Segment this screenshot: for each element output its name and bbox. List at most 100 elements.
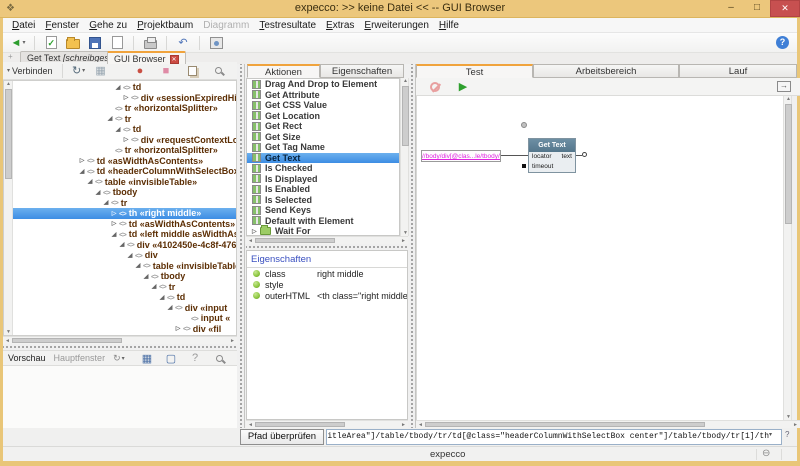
path-help-icon[interactable]: ? [785,430,789,439]
expander-icon[interactable]: ◢ [165,304,175,311]
expander-icon[interactable]: ◢ [125,252,135,259]
input-pin-locator[interactable]: locator [532,152,552,162]
expander-icon[interactable]: ▷ [252,228,260,235]
tab-nav-icon[interactable]: + [8,52,13,61]
expander-icon[interactable]: ◢ [105,115,115,122]
action-item[interactable]: Get Location [247,111,399,122]
tree-row[interactable]: ◢<>tr [13,114,236,125]
open-file-button[interactable] [63,34,83,52]
back-button[interactable]: ◄▾ [8,34,28,52]
connect-button[interactable]: Verbinden [12,66,53,76]
tab-gui-browser[interactable]: GUI Browser✕ [107,51,186,64]
expander-icon[interactable]: ◢ [85,178,95,185]
action-item[interactable]: Get Text [247,153,399,164]
check-path-button[interactable]: Pfad überprüfen [240,429,324,445]
tree-row[interactable]: ◢<>tbody [13,271,236,282]
action-item[interactable]: Get Size [247,132,399,143]
zoom-button[interactable] [209,349,229,367]
expander-icon[interactable]: ◢ [93,189,103,196]
xpath-field[interactable]: lass="titleArea"]/table/tbody/tr/td[@cla… [326,429,782,445]
tree-row[interactable]: ◢<>td [13,82,236,93]
tab-arbeitsbereich[interactable]: Arbeitsbereich [533,64,679,78]
tree-row[interactable]: ◢<>td [13,124,236,135]
minimize-icon[interactable]: – [718,0,744,17]
tree-row[interactable]: ◢<>div «input [13,303,236,314]
menu-item-projektbaum[interactable]: Projektbaum [132,20,198,31]
tab-test[interactable]: Test [416,64,533,78]
pick-element-button[interactable] [208,62,228,80]
tree-row[interactable]: ▷<>div «requestContextLostSp [13,135,236,146]
expander-icon[interactable]: ▷ [109,210,119,217]
properties-horizontal-scrollbar[interactable]: ◄ ► [246,420,408,428]
expander-icon[interactable]: ◢ [117,241,127,248]
screenshot-button[interactable]: ▦ [91,62,111,80]
tree-row[interactable]: ▷<>div «sessionExpiredHint» [13,93,236,104]
action-item[interactable]: Drag And Drop to Element [247,79,399,90]
expander-icon[interactable]: ◢ [77,168,87,175]
tree-row[interactable]: ◢<>td [13,292,236,303]
expander-icon[interactable]: ◢ [101,199,111,206]
property-row[interactable]: classright middle [247,268,407,279]
canvas-vertical-scrollbar[interactable]: ▲ ▼ [783,96,792,420]
preview-tab-hauptfenster[interactable]: Hauptfenster [54,353,106,363]
open-in-editor-button[interactable] [774,78,794,96]
menu-item-hilfe[interactable]: Hilfe [434,20,464,31]
new-document-button[interactable] [107,34,127,52]
output-pin-text[interactable]: text [562,152,572,162]
record-button[interactable] [425,78,445,96]
tree-row[interactable]: ◢<>td «headerColumnWithSelectBox center» [13,166,236,177]
tree-row[interactable]: <>input « [13,313,236,324]
tree-horizontal-scrollbar[interactable]: ◄ ► [3,336,237,344]
expander-icon[interactable]: ▷ [121,136,131,143]
action-item[interactable]: Get CSS Value [247,100,399,111]
tree-row[interactable]: ◢<>tr [13,282,236,293]
locator-link[interactable]: //body/div[@clas...le/tbody/tr[1]/th [421,150,501,162]
tree-row[interactable]: <>tr «horizontalSplitter» [13,145,236,156]
get-text-block[interactable]: Get Text locator text timeout [528,138,576,173]
inspect-window-button[interactable] [206,34,226,52]
title-bar[interactable]: ❖ expecco: >> keine Datei << -- GUI Brow… [0,0,800,18]
tree-row[interactable]: <>tr «horizontalSplitter» [13,103,236,114]
action-item[interactable]: Get Tag Name [247,142,399,153]
tree-row[interactable]: ▷<>td «asWidthAsContents» [13,156,236,167]
tree-row[interactable]: ◢<>td «left middle asWidthAsContents [13,229,236,240]
frame-select-button[interactable]: ▢ [161,349,181,367]
tab-eigenschaften[interactable]: Eigenschaften [320,64,404,78]
expander-icon[interactable]: ▷ [173,325,183,332]
canvas-horizontal-scrollbar[interactable]: ◄ ► [416,420,800,428]
action-item[interactable]: Is Selected [247,195,399,206]
tree-row[interactable]: ◢<>tr [13,198,236,209]
action-item[interactable]: Default with Element [247,216,399,227]
xpath-dropdown-icon[interactable]: ▾ [769,431,772,438]
tree-row[interactable]: ◢<>table «invisibleTable in [13,261,236,272]
menu-item-extras[interactable]: Extras [321,20,359,31]
copy-button[interactable] [182,62,202,80]
save-button[interactable] [85,34,105,52]
check-document-button[interactable] [41,34,61,52]
undo-button[interactable]: ↶ [173,34,193,52]
menu-item-datei[interactable]: Datei [7,20,40,31]
diagram-canvas[interactable]: //body/div[@clas...le/tbody/tr[1]/th Get… [416,96,792,420]
action-item[interactable]: Get Attribute [247,90,399,101]
tree-vertical-scrollbar[interactable]: ▲ ▼ [4,81,13,335]
expander-icon[interactable]: ▷ [109,220,119,227]
close-icon[interactable]: ✕ [770,0,800,17]
menu-item-fenster[interactable]: Fenster [40,20,84,31]
maximize-icon[interactable]: □ [744,0,770,17]
tab-aktionen[interactable]: Aktionen [247,64,320,78]
tree-row[interactable]: ▷<>th «right middle» [13,208,236,219]
expander-icon[interactable]: ◢ [149,283,159,290]
grid-view-button[interactable]: ▦ [137,349,157,367]
action-item[interactable]: ▷Wait For [247,226,399,236]
tree-row[interactable]: ◢<>tbody [13,187,236,198]
expander-icon[interactable]: ◢ [113,84,123,91]
expander-icon[interactable]: ◢ [133,262,143,269]
tree-row[interactable]: ▷<>td «asWidthAsContents» [13,219,236,230]
menu-item-gehe-zu[interactable]: Gehe zu [84,20,132,31]
tree-row[interactable]: ◢<>table «invisibleTable» [13,177,236,188]
tree-row[interactable]: ◢<>div «4102450e-4c8f-476d- [13,240,236,251]
tab-close-icon[interactable]: ✕ [170,55,179,64]
menu-item-testresultate[interactable]: Testresultate [254,20,321,31]
print-button[interactable] [140,34,160,52]
help-small-button[interactable]: ? [185,349,205,367]
